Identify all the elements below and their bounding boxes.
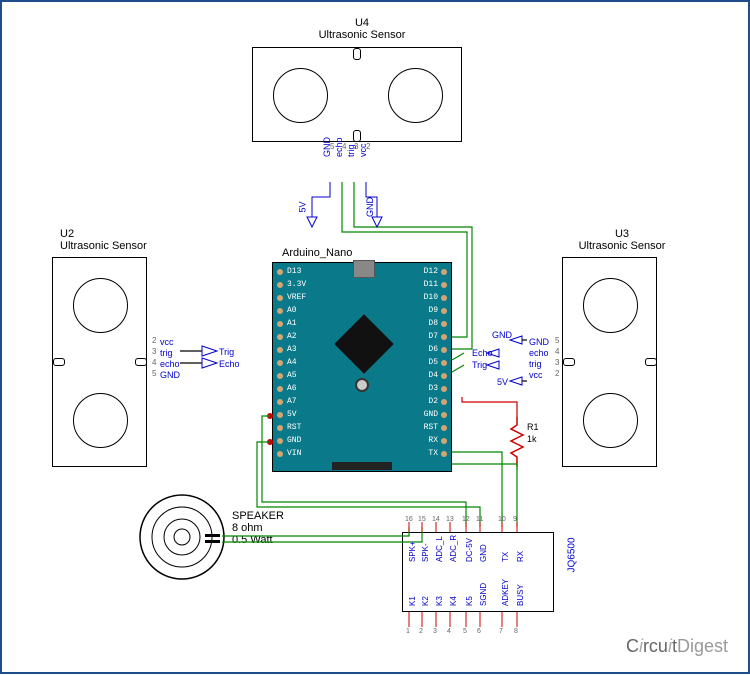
arduino-pin-d8: D8 bbox=[420, 319, 438, 328]
jq-pin-spk-: SPK- bbox=[421, 543, 430, 562]
u2-pin-num-4: 4 bbox=[152, 358, 156, 367]
u4-pin-echo: echo bbox=[334, 137, 344, 157]
arduino-pin-gnd: GND bbox=[420, 410, 438, 419]
u2-pin-num-2: 2 bbox=[152, 336, 156, 345]
arduino-pin-d13: D13 bbox=[287, 267, 301, 276]
arduino-pin-d5: D5 bbox=[420, 358, 438, 367]
arduino-pin-5v: 5V bbox=[287, 410, 297, 419]
arduino-pin-a1: A1 bbox=[287, 319, 297, 328]
u3-trig-label: Trig bbox=[472, 360, 487, 370]
jq-pin-rx: RX bbox=[516, 551, 525, 562]
arduino-pin-vin: VIN bbox=[287, 449, 301, 458]
arduino-pin-d10: D10 bbox=[420, 293, 438, 302]
u2-pin-trig: trig bbox=[160, 348, 173, 358]
jq6500-label: JQ6500 bbox=[567, 537, 578, 572]
u4-sensor bbox=[252, 47, 462, 142]
jq-pin-spk+: SPK+ bbox=[408, 541, 417, 562]
jq-pin-busy: BUSY bbox=[516, 584, 525, 606]
u4-pin-vcc: vcc bbox=[358, 144, 368, 158]
arduino-pin-rst: RST bbox=[287, 423, 301, 432]
u2-ref: U2 Ultrasonic Sensor bbox=[60, 228, 180, 252]
u4-ref: U4 Ultrasonic Sensor bbox=[302, 17, 422, 41]
arduino-pin-a3: A3 bbox=[287, 345, 297, 354]
u3-pin-num-2: 2 bbox=[555, 369, 559, 378]
arduino-pin-a6: A6 bbox=[287, 384, 297, 393]
u3-pin-num-3: 3 bbox=[555, 358, 559, 367]
jq-pin-k2: K2 bbox=[421, 596, 430, 606]
arduino-pin-d4: D4 bbox=[420, 371, 438, 380]
speaker-label: SPEAKER 8 ohm 0.5 Watt bbox=[232, 510, 284, 546]
u2-pin-gnd: GND bbox=[160, 370, 180, 380]
u3-pin-trig: trig bbox=[529, 359, 542, 369]
u3-gnd-label: GND bbox=[492, 330, 512, 340]
arduino-pin-d11: D11 bbox=[420, 280, 438, 289]
u2-pin-num-5: 5 bbox=[152, 369, 156, 378]
arduino-label: Arduino_Nano bbox=[282, 247, 352, 259]
arduino-pin-a2: A2 bbox=[287, 332, 297, 341]
arduino-pin-d7: D7 bbox=[420, 332, 438, 341]
jq-pin-adc_r: ADC_R bbox=[449, 535, 458, 562]
arduino-pin-d12: D12 bbox=[420, 267, 438, 276]
arduino-pin-rst: RST bbox=[420, 423, 438, 432]
arduino-pin-3.3v: 3.3V bbox=[287, 280, 306, 289]
arduino-pin-d3: D3 bbox=[420, 384, 438, 393]
arduino-pin-gnd: GND bbox=[287, 436, 301, 445]
u2-pin-num-3: 3 bbox=[152, 347, 156, 356]
jq-pin-dc-5v: DC-5V bbox=[465, 538, 474, 562]
jq-pin-adc_l: ADC_L bbox=[435, 536, 444, 562]
u4-gnd-label: GND bbox=[365, 197, 375, 217]
u3-sensor bbox=[562, 257, 657, 467]
jq-pin-k3: K3 bbox=[435, 596, 444, 606]
speaker bbox=[137, 492, 227, 582]
jq-pin-gnd: GND bbox=[479, 544, 488, 562]
arduino-pin-d9: D9 bbox=[420, 306, 438, 315]
arduino-pin-tx: TX bbox=[420, 449, 438, 458]
jq-pin-adkey: ADKEY bbox=[501, 579, 510, 606]
arduino-pin-a7: A7 bbox=[287, 397, 297, 406]
u3-pin-echo: echo bbox=[529, 348, 549, 358]
jq-pin-k4: K4 bbox=[449, 596, 458, 606]
jq-pin-k5: K5 bbox=[465, 596, 474, 606]
jq-pin-sgnd: SGND bbox=[479, 583, 488, 606]
arduino-pin-a0: A0 bbox=[287, 306, 297, 315]
u2-pin-vcc: vcc bbox=[160, 337, 174, 347]
arduino-pin-vref: VREF bbox=[287, 293, 306, 302]
u3-pin-num-4: 4 bbox=[555, 347, 559, 356]
u3-ref: U3 Ultrasonic Sensor bbox=[562, 228, 682, 252]
r1-ref: R1 bbox=[527, 422, 539, 432]
u2-sensor bbox=[52, 257, 147, 467]
u4-pin-trig: trig bbox=[346, 144, 356, 157]
u2-trig-label: Trig bbox=[219, 347, 234, 357]
arduino-pin-d2: D2 bbox=[420, 397, 438, 406]
u3-echo-label: Echo bbox=[472, 348, 493, 358]
u2-echo-label: Echo bbox=[219, 359, 240, 369]
jq-pin-tx: TX bbox=[501, 552, 510, 562]
resistor-r1 bbox=[507, 417, 527, 472]
u3-5v-label: 5V bbox=[497, 377, 508, 387]
jq-pin-k1: K1 bbox=[408, 596, 417, 606]
u3-pin-gnd: GND bbox=[529, 337, 549, 347]
u3-pin-num-5: 5 bbox=[555, 336, 559, 345]
u2-pin-echo: echo bbox=[160, 359, 180, 369]
arduino-pin-rx: RX bbox=[420, 436, 438, 445]
watermark: CircuitDigest bbox=[626, 636, 728, 657]
arduino-pin-d6: D6 bbox=[420, 345, 438, 354]
arduino-pin-a5: A5 bbox=[287, 371, 297, 380]
arduino-pin-a4: A4 bbox=[287, 358, 297, 367]
u3-pin-vcc: vcc bbox=[529, 370, 543, 380]
u4-pin-gnd: GND bbox=[322, 137, 332, 157]
u4-5v-label: 5V bbox=[298, 201, 308, 212]
r1-value: 1k bbox=[527, 434, 537, 444]
